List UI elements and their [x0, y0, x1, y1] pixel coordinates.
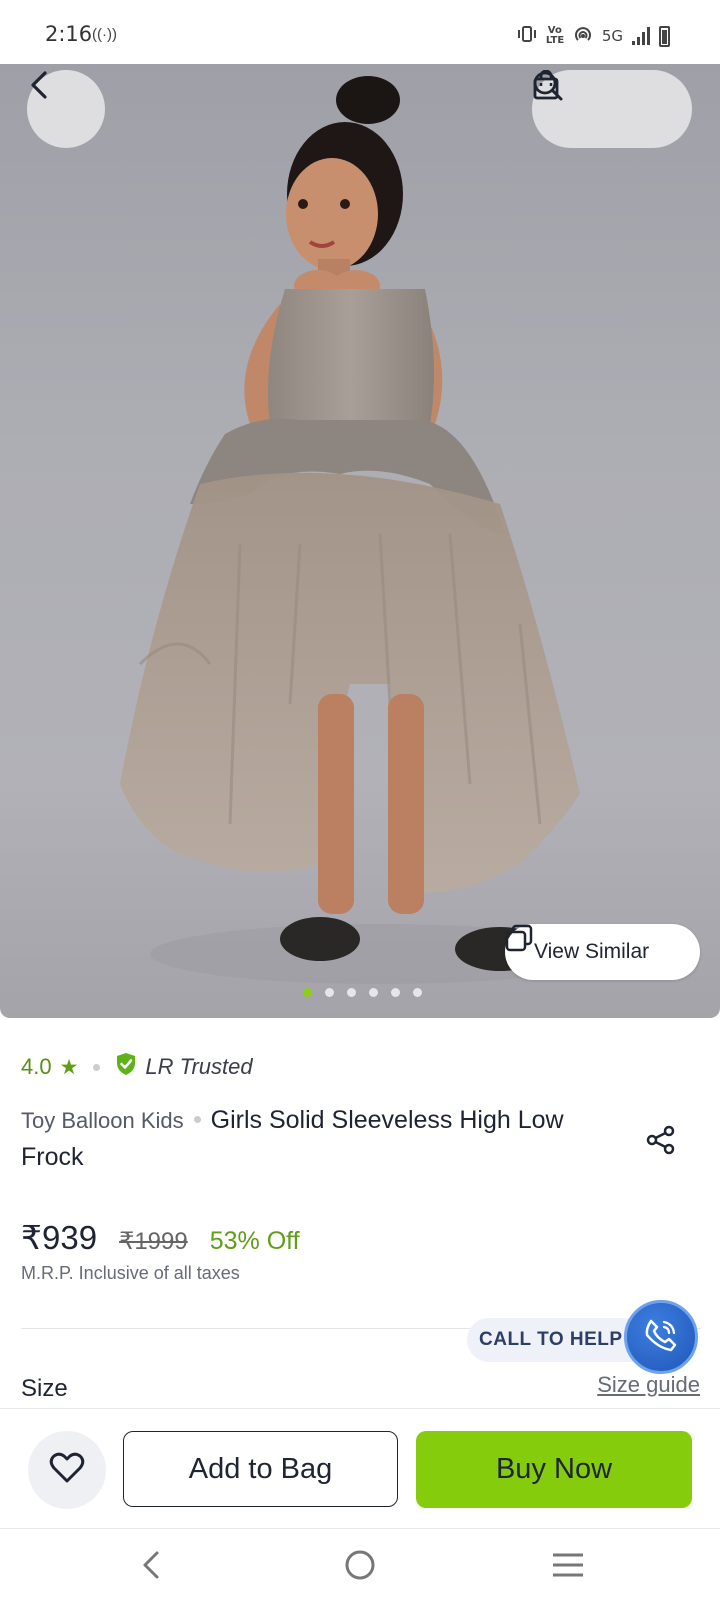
back-button[interactable]	[27, 70, 105, 148]
carousel-dot[interactable]	[347, 988, 356, 997]
tax-note: M.R.P. Inclusive of all taxes	[21, 1263, 240, 1283]
separator-dot	[193, 1115, 201, 1123]
price-row: ₹939 ₹1999 53% Off	[21, 1218, 300, 1257]
star-icon: ★	[59, 1055, 79, 1079]
view-similar-button[interactable]: View Similar	[505, 924, 700, 980]
carousel-dot[interactable]	[369, 988, 378, 997]
add-to-bag-button[interactable]: Add to Bag	[123, 1431, 398, 1507]
mrp-price: ₹1999	[119, 1228, 188, 1255]
shield-check-icon	[115, 1052, 137, 1082]
carousel-dot[interactable]	[391, 988, 400, 997]
cast-icon: ((·))	[92, 26, 117, 43]
carousel-dot[interactable]	[303, 988, 312, 997]
call-help-button[interactable]	[624, 1300, 698, 1374]
rating-value: 4.0	[21, 1054, 52, 1079]
discount-label: 53% Off	[209, 1227, 300, 1255]
signal-icon	[632, 27, 650, 45]
status-time: 2:16	[45, 22, 93, 46]
carousel-dot[interactable]	[325, 988, 334, 997]
battery-icon	[659, 25, 670, 47]
size-guide-link[interactable]: Size guide	[597, 1372, 700, 1398]
network-type: 5G	[601, 27, 623, 45]
status-bar: 2:16 ((·)) Vo LTE 5G	[0, 0, 720, 64]
system-nav-bar	[0, 1528, 720, 1600]
carousel-dot[interactable]	[413, 988, 422, 997]
rating-row: 4.0 ★ LR Trusted	[21, 1052, 253, 1082]
wishlist-button[interactable]	[28, 1431, 106, 1509]
status-icons: Vo LTE 5G	[517, 24, 670, 48]
product-image-carousel[interactable]: View Similar	[0, 64, 720, 1018]
header-actions	[532, 70, 692, 148]
nav-back-icon[interactable]	[121, 1541, 181, 1589]
view-similar-label: View Similar	[534, 940, 650, 963]
volte-icon: Vo LTE	[545, 25, 565, 46]
separator-dot	[93, 1063, 101, 1071]
product-title: Toy Balloon Kids Girls Solid Sleeveless H…	[21, 1102, 581, 1176]
nav-menu-icon[interactable]	[538, 1541, 598, 1589]
vibrate-icon	[517, 25, 537, 47]
brand-name[interactable]: Toy Balloon Kids	[21, 1108, 184, 1133]
selling-price: ₹939	[21, 1219, 98, 1256]
product-photo	[120, 76, 610, 984]
bottom-action-bar: Add to Bag Buy Now	[0, 1408, 720, 1528]
size-label: Size	[21, 1375, 68, 1402]
buy-now-button[interactable]: Buy Now	[416, 1431, 692, 1508]
carousel-indicator	[0, 988, 720, 997]
hotspot-icon	[573, 24, 593, 48]
heart-icon	[49, 1452, 85, 1489]
share-icon[interactable]	[646, 1125, 676, 1160]
phone-icon	[642, 1316, 680, 1359]
trusted-badge: LR Trusted	[145, 1054, 253, 1079]
nav-home-icon[interactable]	[330, 1541, 390, 1589]
